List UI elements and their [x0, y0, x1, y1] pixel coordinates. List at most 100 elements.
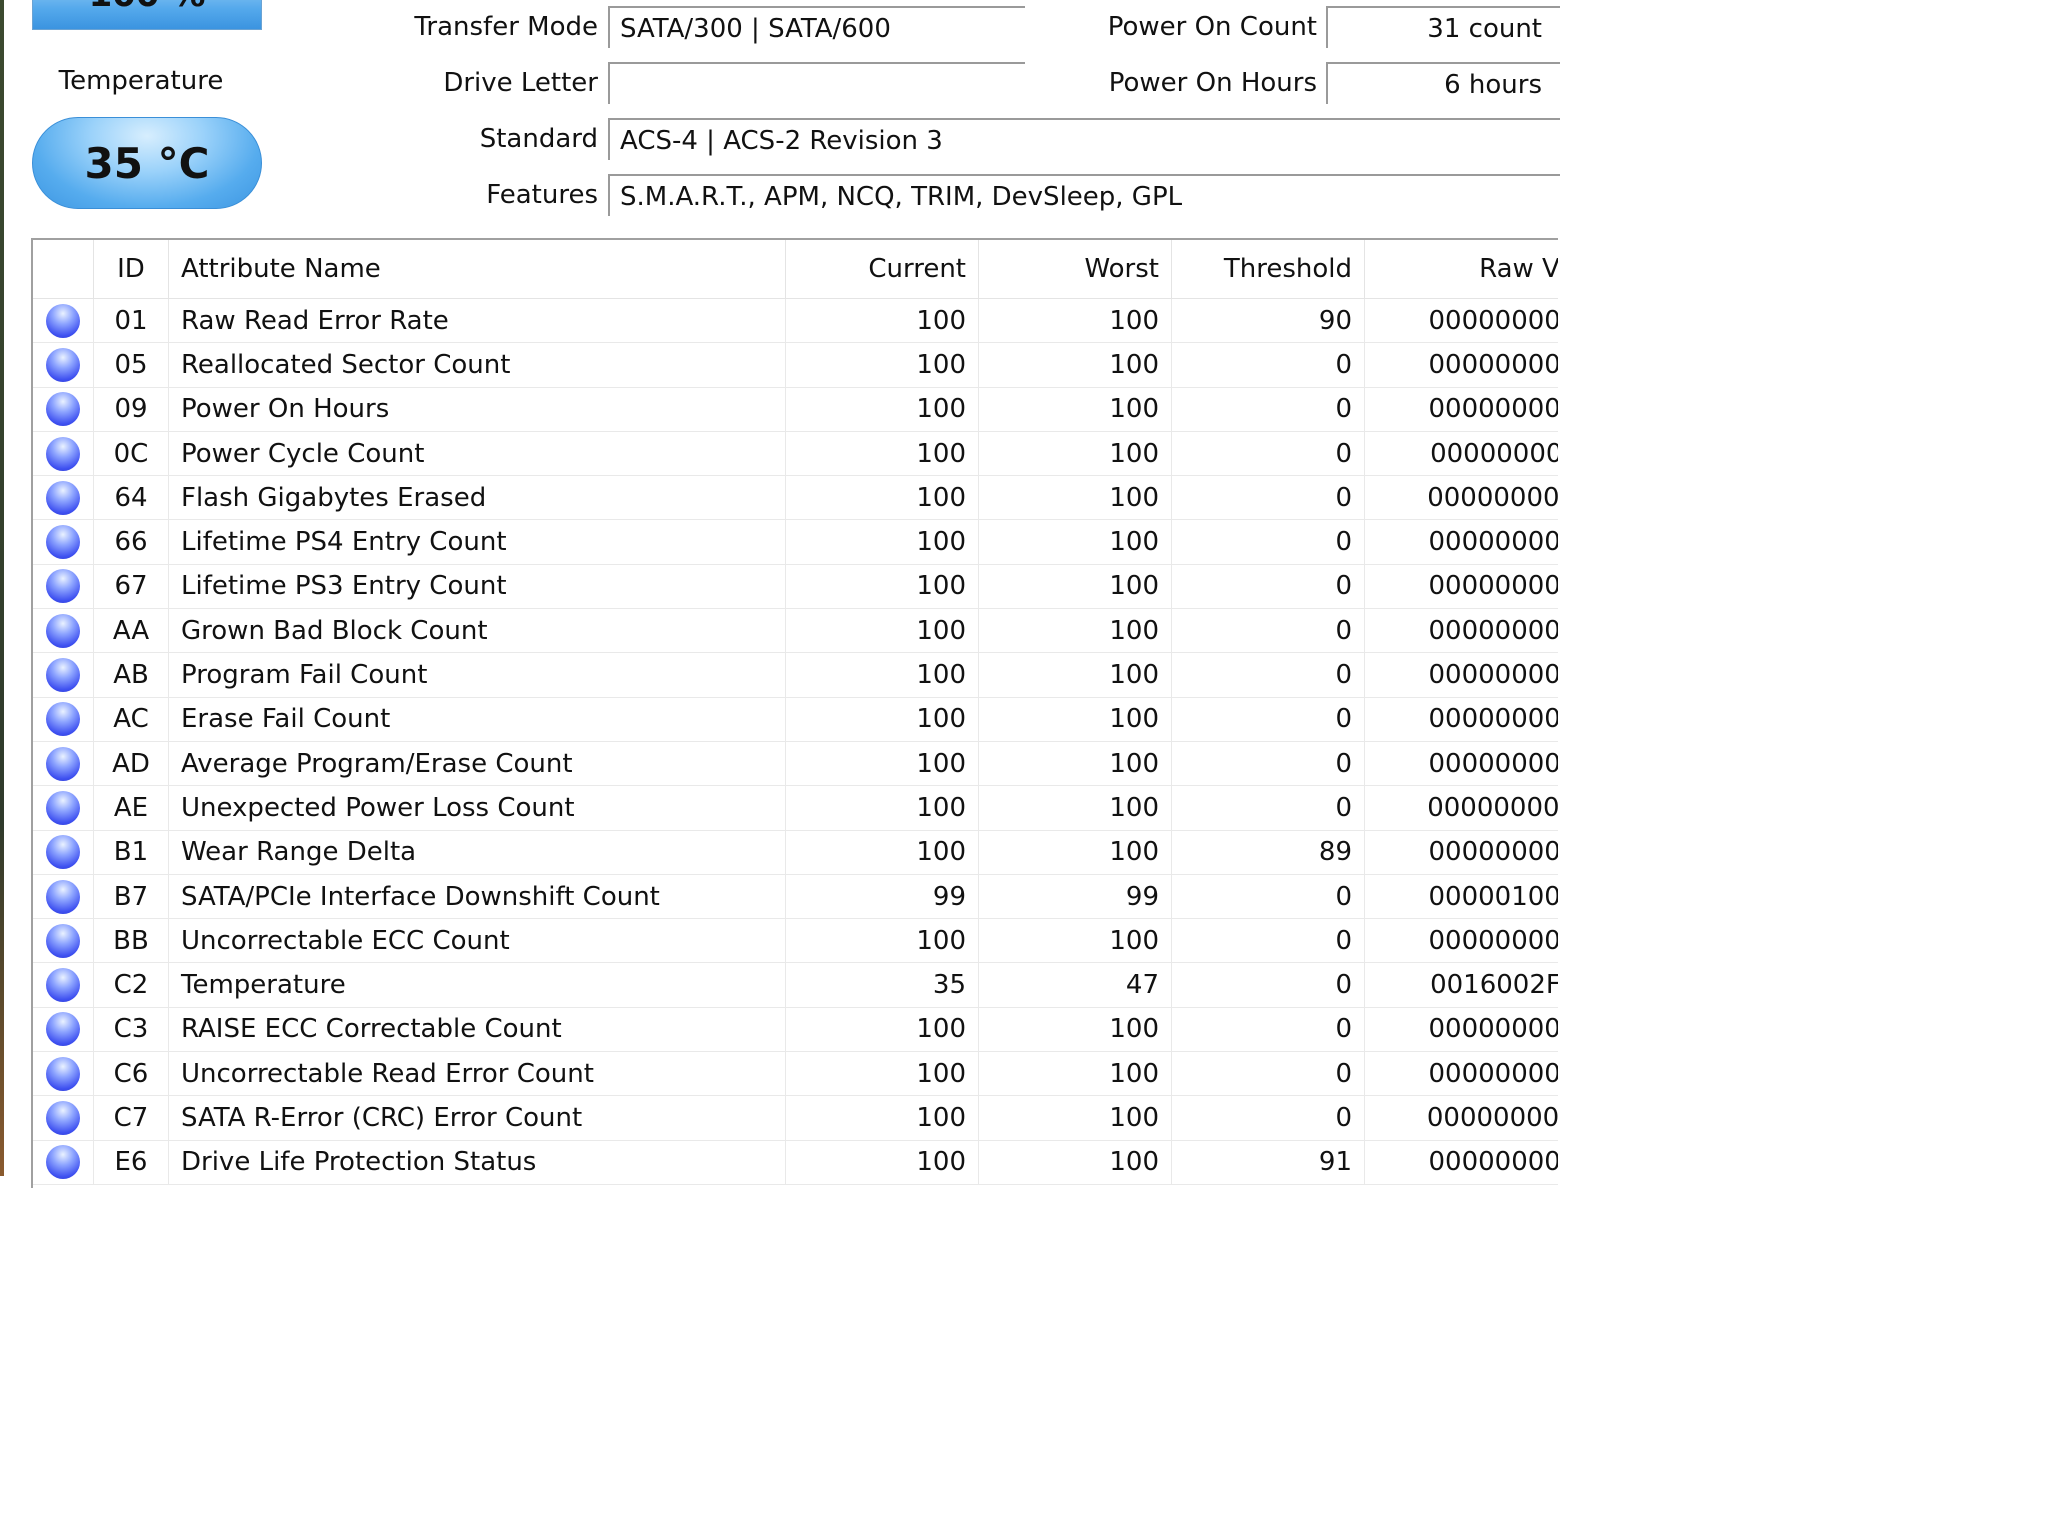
- attribute-name-cell: Erase Fail Count: [168, 697, 786, 742]
- threshold-value-cell: 0: [1171, 431, 1365, 477]
- attribute-name-cell: Uncorrectable ECC Count: [168, 918, 786, 964]
- worst-value-cell: 100: [978, 475, 1172, 521]
- worst-value-cell: 100: [978, 697, 1172, 742]
- table-row[interactable]: C7 SATA R-Error (CRC) Error Count 100 100 0 0…: [33, 1095, 1558, 1141]
- attribute-name-cell: Unexpected Power Loss Count: [168, 785, 786, 831]
- table-row[interactable]: ABProgram Fail Count1001000000000000000: [33, 652, 1558, 698]
- status-cell: [33, 564, 94, 610]
- status-cell: [33, 652, 94, 698]
- attribute-id-cell: AE: [93, 785, 169, 831]
- status-dot-icon: [46, 1056, 80, 1091]
- status-cell: [33, 785, 94, 831]
- status-dot-icon: [46, 392, 80, 427]
- status-cell: [33, 918, 94, 964]
- table-row[interactable]: E6 Drive Life Protection Status 100 100 91 00…: [33, 1140, 1558, 1185]
- table-row[interactable]: AAGrown Bad Block Count10010000000000000…: [33, 608, 1558, 654]
- current-value-cell: 100: [785, 342, 979, 388]
- table-row[interactable]: AE Unexpected Power Loss Count 100 100 0 0000…: [33, 785, 1558, 831]
- raw-value-cell: 000000000000: [1364, 564, 1558, 610]
- table-row[interactable]: B7 SATA/PCIe Interface Downshift Count 99 9…: [33, 874, 1558, 920]
- window-edge: [0, 0, 4, 1176]
- current-value-cell: 100: [785, 1051, 979, 1097]
- worst-value-cell: 100: [978, 1095, 1172, 1141]
- status-dot-icon: [46, 569, 80, 604]
- attribute-name-cell: Lifetime PS4 Entry Count: [168, 519, 786, 565]
- threshold-value-cell: 0: [1171, 342, 1365, 388]
- status-dot-icon: [46, 347, 80, 382]
- attribute-id-cell: B7: [93, 874, 169, 920]
- status-cell: [33, 1051, 94, 1097]
- current-value-cell: 100: [785, 697, 979, 742]
- table-row[interactable]: 09Power On Hours1001000000000000006: [33, 387, 1558, 432]
- status-dot-icon: [46, 790, 80, 825]
- table-row[interactable]: 05 Reallocated Sector Count 100 100 0 0000000…: [33, 342, 1558, 388]
- table-row[interactable]: B1Wear Range Delta10010089000000000000: [33, 830, 1558, 875]
- table-row[interactable]: C2Temperature354700016002F0023: [33, 962, 1558, 1008]
- table-row[interactable]: BBUncorrectable ECC Count100100000000000…: [33, 918, 1558, 964]
- column-header-raw-values[interactable]: Raw Values: [1364, 240, 1558, 299]
- features-label: Features: [486, 180, 598, 210]
- threshold-value-cell: 0: [1171, 785, 1365, 831]
- column-header-worst[interactable]: Worst: [978, 240, 1172, 299]
- temperature-value: 35 °C: [84, 139, 210, 188]
- column-header-id[interactable]: ID: [93, 240, 169, 299]
- column-header-status[interactable]: [33, 240, 94, 299]
- status-dot-icon: [46, 702, 80, 737]
- threshold-value-cell: 0: [1171, 564, 1365, 610]
- table-row[interactable]: AD Average Program/Erase Count 100 100 0 0000…: [33, 741, 1558, 787]
- column-header-threshold[interactable]: Threshold: [1171, 240, 1365, 299]
- column-header-current[interactable]: Current: [785, 240, 979, 299]
- drive-letter-label: Drive Letter: [443, 68, 598, 98]
- column-header-attribute-name[interactable]: Attribute Name: [168, 240, 786, 299]
- table-row[interactable]: C3 RAISE ECC Correctable Count 100 100 0 0000…: [33, 1007, 1558, 1053]
- worst-value-cell: 100: [978, 1051, 1172, 1097]
- attribute-id-cell: C6: [93, 1051, 169, 1097]
- table-row[interactable]: 67 Lifetime PS3 Entry Count 100 100 0 0000000…: [33, 564, 1558, 610]
- attribute-name-cell: Wear Range Delta: [168, 830, 786, 875]
- threshold-value-cell: 0: [1171, 652, 1365, 698]
- worst-value-cell: 100: [978, 519, 1172, 565]
- raw-value-cell: 000000000000: [1364, 918, 1558, 964]
- attribute-name-cell: Lifetime PS3 Entry Count: [168, 564, 786, 610]
- current-value-cell: 100: [785, 785, 979, 831]
- health-status-value: 100 %: [89, 0, 206, 15]
- power-on-count-field: 31 count: [1326, 6, 1560, 48]
- smart-attributes-table[interactable]: ID Attribute Name Current Worst Threshol…: [31, 238, 1558, 1188]
- table-row[interactable]: ACErase Fail Count1001000000000000000: [33, 697, 1558, 742]
- standard-field: ACS-4 | ACS-2 Revision 3: [608, 118, 1560, 160]
- worst-value-cell: 100: [978, 387, 1172, 432]
- temperature-label: Temperature: [58, 66, 224, 96]
- table-row[interactable]: 0CPower Cycle Count100100000000000001F: [33, 431, 1558, 477]
- attribute-id-cell: 05: [93, 342, 169, 388]
- attribute-id-cell: AD: [93, 741, 169, 787]
- raw-value-cell: 000000000006: [1364, 387, 1558, 432]
- raw-value-cell: 000000000001: [1364, 741, 1558, 787]
- status-cell: [33, 697, 94, 742]
- attribute-name-cell: Grown Bad Block Count: [168, 608, 786, 654]
- standard-label: Standard: [479, 124, 598, 154]
- table-row[interactable]: 64Flash Gigabytes Erased1001000000000000…: [33, 475, 1558, 521]
- worst-value-cell: 100: [978, 564, 1172, 610]
- worst-value-cell: 100: [978, 298, 1172, 344]
- raw-value-cell: 000000000000: [1364, 608, 1558, 654]
- table-row[interactable]: C6 Uncorrectable Read Error Count 100 100 0 0…: [33, 1051, 1558, 1097]
- status-cell: [33, 1140, 94, 1185]
- current-value-cell: 100: [785, 741, 979, 787]
- attribute-id-cell: 67: [93, 564, 169, 610]
- raw-value-cell: 00000000042C: [1364, 1095, 1558, 1141]
- status-cell: [33, 608, 94, 654]
- worst-value-cell: 100: [978, 785, 1172, 831]
- attribute-name-cell: Uncorrectable Read Error Count: [168, 1051, 786, 1097]
- status-cell: [33, 962, 94, 1008]
- threshold-value-cell: 89: [1171, 830, 1365, 875]
- current-value-cell: 100: [785, 431, 979, 477]
- table-row[interactable]: 01Raw Read Error Rate1001009000000000000…: [33, 298, 1558, 344]
- current-value-cell: 99: [785, 874, 979, 920]
- raw-value-cell: 000000000000: [1364, 697, 1558, 742]
- table-row[interactable]: 66 Lifetime PS4 Entry Count 100 100 0 0000000…: [33, 519, 1558, 565]
- health-status-badge: 100 %: [32, 0, 262, 30]
- attribute-id-cell: E6: [93, 1140, 169, 1185]
- worst-value-cell: 100: [978, 342, 1172, 388]
- worst-value-cell: 100: [978, 830, 1172, 875]
- status-dot-icon: [46, 436, 80, 471]
